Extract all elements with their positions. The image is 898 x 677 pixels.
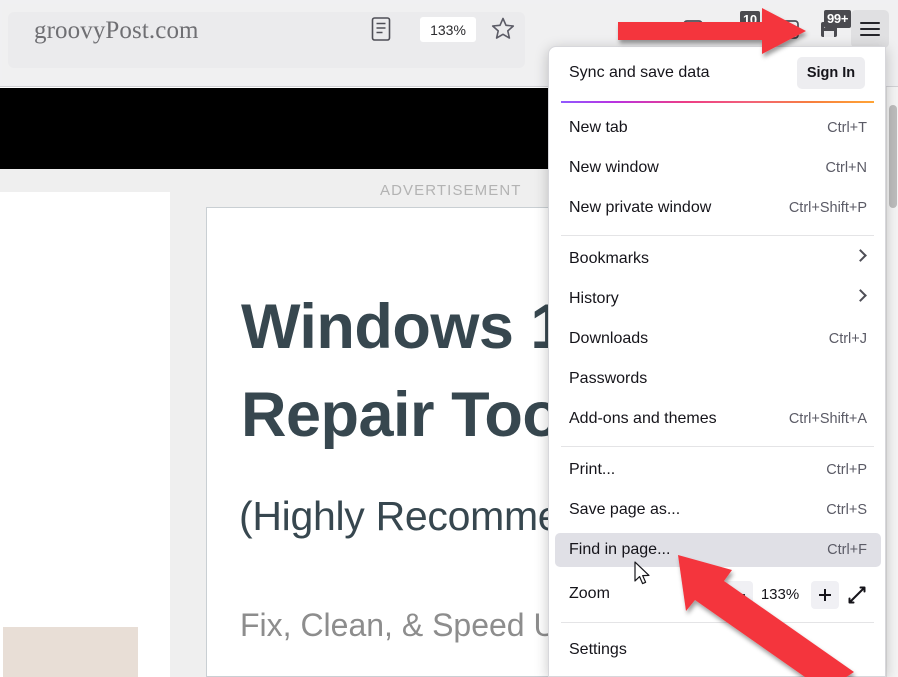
chevron-right-icon [854,289,867,302]
menu-item-shortcut: Ctrl+P [826,462,867,478]
menu-item-shortcut: Ctrl+F [827,542,867,558]
menu-item-label: Bookmarks [569,250,650,267]
menu-separator [561,622,874,623]
menu-item-find-in-page[interactable]: Find in page... Ctrl+F [555,533,881,567]
menu-item-label: New private window [569,199,712,216]
address-bar-url: groovyPost.com [34,17,199,44]
chevron-right-icon [854,249,867,262]
mouse-cursor [634,561,650,585]
page-scrollbar[interactable] [886,87,898,677]
menu-item-shortcut: Ctrl+Shift+A [788,411,867,427]
zoom-in-button[interactable] [811,581,839,609]
menu-item-label: New window [569,159,659,176]
menu-separator [561,235,874,236]
pocket-icon[interactable]: ID [772,12,806,46]
menu-item-label: New tab [569,119,628,136]
menu-item-label: Settings [569,641,627,658]
menu-item-history[interactable]: History [549,282,885,316]
extension-badge-count: 10 [740,11,760,29]
ad-body-text: Fix, Clean, & Speed Up [240,607,575,643]
menu-item-new-tab[interactable]: New tab Ctrl+T [549,111,885,145]
sign-in-button[interactable]: Sign In [797,57,865,89]
zoom-control-row: Zoom 133% [549,577,885,613]
zoom-row-label: Zoom [569,585,610,602]
application-menu-icon[interactable] [851,10,889,48]
zoom-percent-value: 133% [760,586,800,603]
sync-and-save-row[interactable]: Sync and save data Sign In [549,47,885,99]
menu-item-label: Add-ons and themes [569,410,717,427]
page-left-column [0,192,170,677]
menu-item-label: Save page as... [569,501,681,518]
left-column-image [3,627,138,677]
accent-gradient-divider [561,101,874,103]
menu-item-bookmarks[interactable]: Bookmarks [549,242,885,276]
fullscreen-icon[interactable] [843,581,871,609]
menu-item-new-private-window[interactable]: New private window Ctrl+Shift+P [549,191,885,225]
menu-item-label: Find in page... [569,541,671,558]
screenshot-root: ADVERTISEMENT Windows 1 Repair Too (High… [0,0,898,677]
ad-heading-line1: Windows 1 [241,292,565,362]
menu-item-shortcut: Ctrl+T [827,120,867,136]
menu-item-downloads[interactable]: Downloads Ctrl+J [549,322,885,356]
notifications-icon[interactable]: 99+ [814,10,852,46]
menu-item-shortcut: Ctrl+S [826,502,867,518]
menu-item-print[interactable]: Print... Ctrl+P [549,453,885,487]
bookmark-star-icon[interactable] [491,16,515,41]
menu-item-new-window[interactable]: New window Ctrl+N [549,151,885,185]
advertisement-label: ADVERTISEMENT [380,182,522,199]
zoom-level-badge[interactable]: 133% [420,17,476,42]
application-menu-panel: Sync and save data Sign In New tab Ctrl+… [548,46,886,677]
notifications-badge-count: 99+ [824,10,852,28]
menu-separator [561,446,874,447]
container-tabs-icon[interactable] [676,12,710,46]
menu-item-label: Downloads [569,330,649,347]
svg-text:ID: ID [784,26,794,37]
sync-title: Sync and save data [569,64,710,81]
menu-item-shortcut: Ctrl+Shift+P [788,200,867,216]
menu-item-label: Passwords [569,370,648,387]
menu-item-label: History [569,290,619,307]
ad-heading-line2: Repair Too [241,380,561,450]
extension-icon[interactable]: 10 [724,11,760,46]
menu-item-save-page-as[interactable]: Save page as... Ctrl+S [549,493,885,527]
page-scrollbar-thumb[interactable] [889,105,897,208]
menu-item-addons-and-themes[interactable]: Add-ons and themes Ctrl+Shift+A [549,402,885,436]
ad-subheading: (Highly Recomme [239,493,561,539]
menu-item-passwords[interactable]: Passwords [549,362,885,396]
menu-item-label: Print... [569,461,616,478]
reader-view-icon[interactable] [370,16,392,42]
menu-item-shortcut: Ctrl+N [825,160,868,176]
menu-item-shortcut: Ctrl+J [828,331,867,347]
menu-item-settings[interactable]: Settings [549,633,885,667]
